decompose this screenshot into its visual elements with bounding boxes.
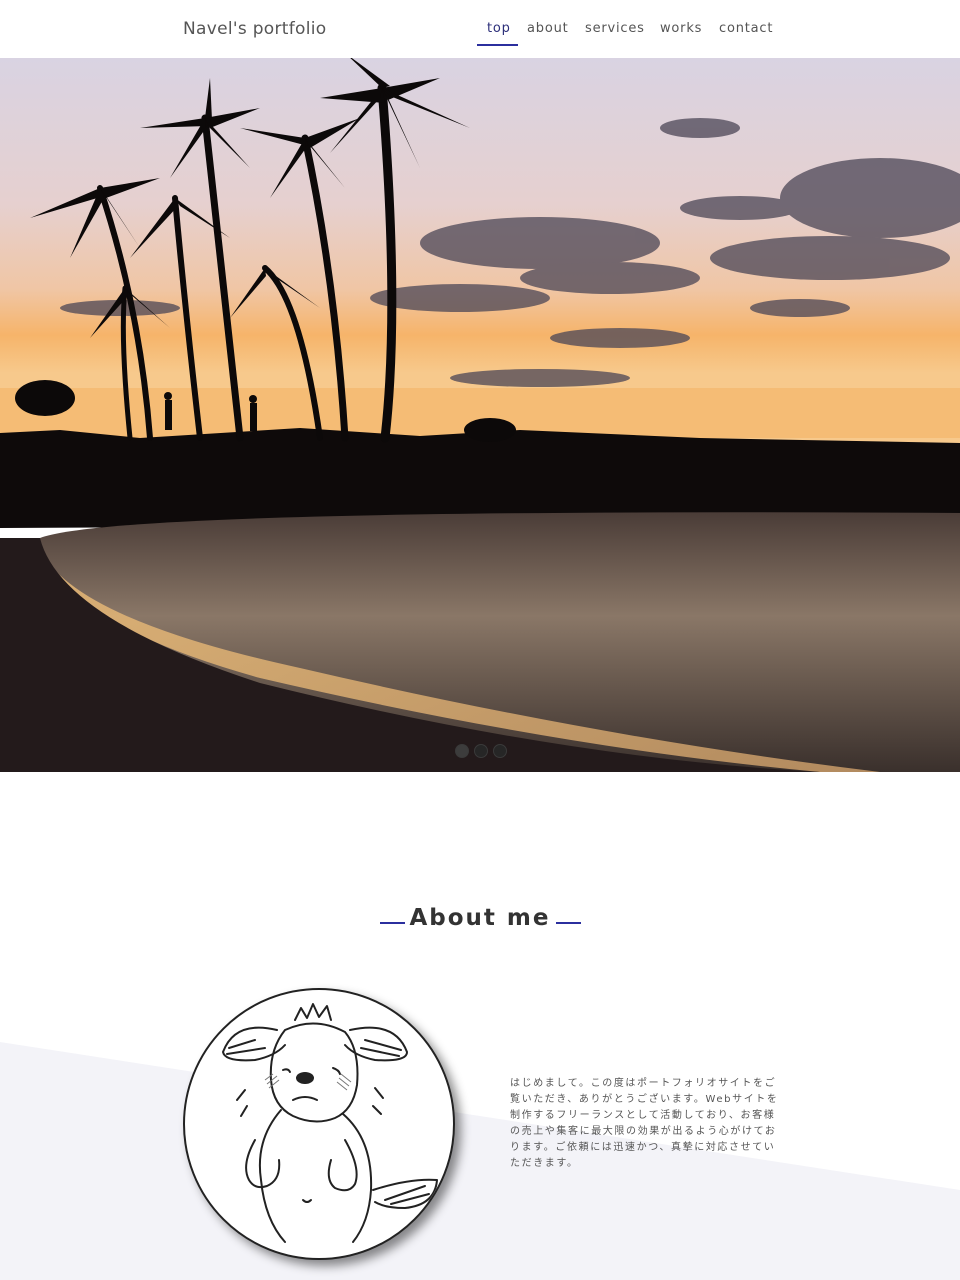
nav-services[interactable]: services: [585, 21, 645, 36]
nav-contact[interactable]: contact: [719, 21, 773, 36]
nav-works[interactable]: works: [660, 21, 702, 36]
about-title: About me: [409, 905, 551, 931]
site-header: Navel's portfolio top about services wor…: [0, 0, 960, 59]
nav-top[interactable]: top: [487, 21, 511, 36]
about-heading: About me: [0, 905, 960, 939]
hero-image: [0, 58, 960, 772]
dog-sketch-image: [222, 1003, 438, 1243]
nav-about[interactable]: about: [527, 21, 569, 36]
hero-slideshow: [0, 58, 960, 772]
slide-dot-3[interactable]: [493, 744, 507, 758]
about-slant-background: [0, 1042, 960, 1280]
title-line-right: [556, 922, 581, 924]
nav-active-underline: [477, 44, 518, 46]
avatar: [183, 988, 455, 1260]
slide-dot-2[interactable]: [474, 744, 488, 758]
main-nav: top about services works contact: [0, 21, 960, 51]
slide-dot-1[interactable]: [455, 744, 469, 758]
about-intro-text: はじめまして。この度はポートフォリオサイトをご覧いただき、ありがとうございます。…: [510, 1078, 779, 1169]
